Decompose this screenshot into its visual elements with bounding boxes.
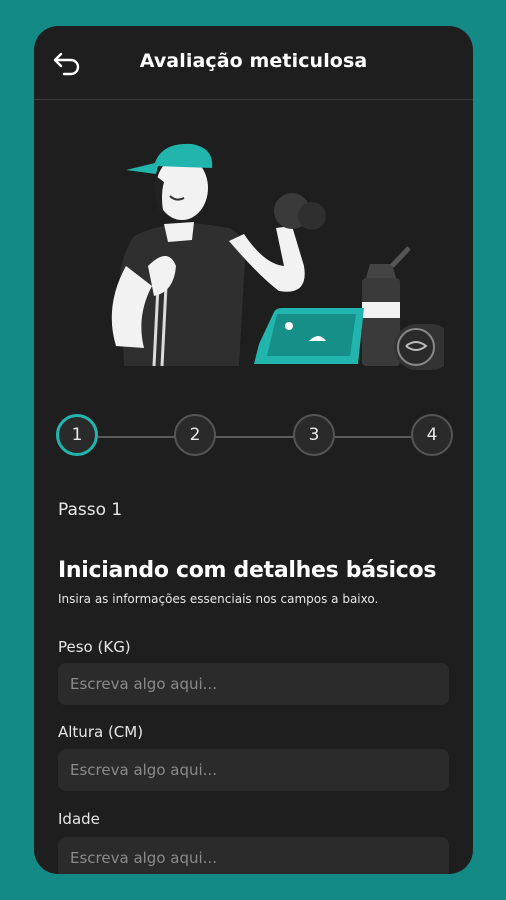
age-label: Idade xyxy=(58,810,100,828)
step-1[interactable]: 1 xyxy=(56,414,98,456)
app-screen: Avaliação meticulosa 1 2 3 4 Passo 1 Ini… xyxy=(34,26,473,874)
step-label: Passo 1 xyxy=(58,500,123,520)
stepper-track xyxy=(98,436,412,438)
age-input[interactable] xyxy=(58,837,449,874)
step-3[interactable]: 3 xyxy=(293,414,335,456)
fitness-illustration xyxy=(111,143,444,370)
page-title: Avaliação meticulosa xyxy=(139,50,368,72)
section-heading: Iniciando com detalhes básicos xyxy=(58,558,437,583)
weight-input[interactable] xyxy=(58,663,449,705)
section-subheading: Insira as informações essenciais nos cam… xyxy=(58,592,379,606)
progress-stepper: 1 2 3 4 xyxy=(56,414,454,460)
step-4[interactable]: 4 xyxy=(411,414,453,456)
height-label: Altura (CM) xyxy=(58,723,144,741)
weight-label: Peso (KG) xyxy=(58,638,131,656)
step-2[interactable]: 2 xyxy=(174,414,216,456)
top-bar: Avaliação meticulosa xyxy=(34,26,473,100)
height-input[interactable] xyxy=(58,749,449,791)
